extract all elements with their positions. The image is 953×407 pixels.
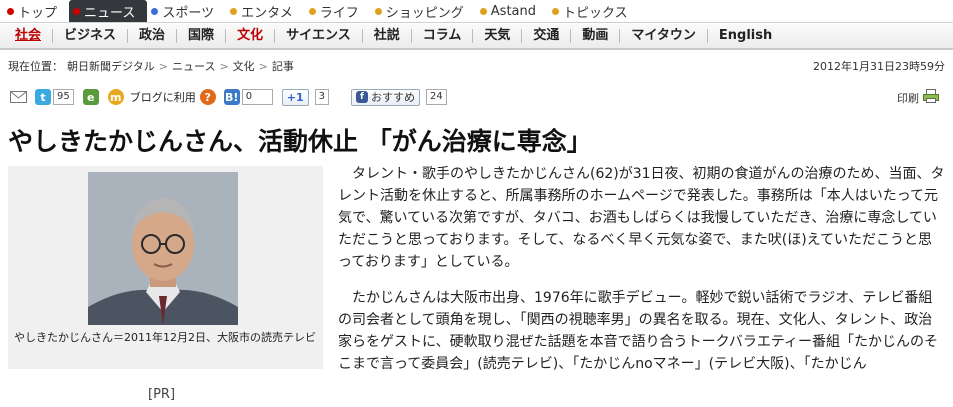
breadcrumb-prefix: 現在位置： bbox=[8, 60, 63, 73]
photo-caption: やしきたかじんさん＝2011年12月2日、大阪市の読売テレビ bbox=[14, 331, 316, 344]
global-nav-item[interactable]: トピックス bbox=[548, 0, 640, 22]
global-nav: トップ ニュース スポーツ エンタメ ライフ ショッピング Astand トピックス bbox=[0, 0, 953, 23]
publish-timestamp: 2012年1月31日23時59分 bbox=[813, 60, 945, 73]
global-nav-label: トップ bbox=[18, 5, 58, 21]
section-nav-item[interactable]: サイエンス bbox=[275, 29, 363, 43]
breadcrumb-item-culture[interactable]: 文化 bbox=[233, 58, 255, 74]
facebook-count: 24 bbox=[425, 89, 447, 105]
twitter-count: 95 bbox=[53, 89, 74, 105]
hatena-count: 0 bbox=[241, 89, 273, 105]
nav-bullet-icon bbox=[230, 7, 238, 15]
section-nav-item[interactable]: 交通 bbox=[522, 29, 572, 43]
pr-label: [PR] bbox=[148, 387, 176, 402]
global-nav-label: ライフ bbox=[319, 5, 359, 21]
section-nav-item[interactable]: 動画 bbox=[571, 29, 621, 43]
mail-icon[interactable] bbox=[10, 88, 27, 107]
nav-bullet-icon bbox=[308, 7, 316, 15]
nav-bullet-icon bbox=[552, 7, 560, 15]
breadcrumb-item-article: 記事 bbox=[271, 60, 294, 73]
blog-label[interactable]: ブログに利用 bbox=[130, 89, 196, 105]
section-nav-item[interactable]: マイタウン bbox=[620, 29, 708, 43]
section-nav-item[interactable]: 天気 bbox=[473, 29, 523, 43]
global-nav-label: スポーツ bbox=[162, 5, 215, 21]
twitter-icon[interactable]: t bbox=[35, 89, 51, 105]
article-body: タレント・歌手のやしきたかじんさん(62)が31日夜、初期の食道がんの治療のため… bbox=[338, 163, 945, 389]
section-nav: 社会 ビジネス 政治 国際 文化 サイエンス 社説 コラム 天気 交通 動画 マイタウン English bbox=[0, 24, 953, 50]
breadcrumb-separator: > bbox=[219, 59, 229, 73]
print-label: 印刷 bbox=[897, 91, 919, 105]
global-nav-item[interactable]: ショッピング bbox=[371, 0, 476, 22]
article-paragraph: たかじんさんは大阪市出身、1976年に歌手デビュー。軽妙で鋭い話術でラジオ、テレ… bbox=[338, 290, 939, 372]
global-nav-item[interactable]: スポーツ bbox=[147, 0, 226, 22]
global-nav-item[interactable]: エンタメ bbox=[226, 0, 305, 22]
section-nav-item[interactable]: 社会 bbox=[4, 29, 54, 43]
breadcrumb: 現在位置： 朝日新聞デジタル > ニュース > 文化 > 記事 bbox=[8, 58, 294, 74]
hatena-bookmark-icon[interactable]: B! bbox=[223, 89, 240, 105]
section-nav-item[interactable]: 文化 bbox=[226, 29, 276, 43]
global-nav-label: Astand bbox=[490, 3, 537, 19]
section-nav-item[interactable]: English bbox=[708, 29, 783, 43]
facebook-icon: f bbox=[355, 91, 368, 103]
global-nav-item[interactable]: ライフ bbox=[305, 0, 371, 22]
global-nav-label: トピックス bbox=[563, 5, 628, 21]
global-nav-label: ショッピング bbox=[385, 5, 464, 21]
gplus-button[interactable]: +1 bbox=[281, 88, 309, 106]
breadcrumb-item-home[interactable]: 朝日新聞デジタル bbox=[67, 58, 155, 74]
article-headline: やしきたかじんさん、活動休止 「がん治療に専念」 bbox=[8, 127, 592, 156]
article-photo[interactable] bbox=[88, 172, 238, 325]
breadcrumb-separator: > bbox=[258, 59, 268, 73]
facebook-label: おすすめ bbox=[370, 91, 415, 104]
photo-box: やしきたかじんさん＝2011年12月2日、大阪市の読売テレビ bbox=[8, 166, 323, 369]
nav-bullet-icon bbox=[7, 7, 14, 15]
facebook-recommend-button[interactable]: f おすすめ bbox=[350, 88, 420, 106]
print-button[interactable]: 印刷 bbox=[897, 89, 939, 106]
breadcrumb-separator: > bbox=[158, 59, 168, 73]
blog-icon[interactable]: m bbox=[107, 89, 124, 105]
nav-bullet-icon bbox=[151, 7, 159, 15]
global-nav-label: エンタメ bbox=[241, 5, 293, 21]
evernote-icon[interactable]: e bbox=[82, 89, 99, 105]
section-nav-item[interactable]: 国際 bbox=[177, 29, 227, 43]
section-nav-item[interactable]: 社説 bbox=[363, 29, 412, 43]
nav-bullet-icon bbox=[479, 7, 487, 15]
nav-bullet-icon bbox=[73, 7, 81, 15]
section-nav-item[interactable]: コラム bbox=[412, 29, 474, 43]
share-bar: t 95 e m ブログに利用 ? B! 0 +1 3 f おすすめ 24 bbox=[10, 88, 456, 106]
printer-icon bbox=[923, 89, 939, 106]
gplus-count: 3 bbox=[314, 89, 329, 105]
global-nav-item[interactable]: トップ bbox=[3, 0, 69, 22]
section-nav-item[interactable]: 政治 bbox=[128, 29, 178, 43]
section-nav-item[interactable]: ビジネス bbox=[53, 29, 129, 43]
global-nav-item[interactable]: ニュース bbox=[69, 0, 148, 22]
tip-icon[interactable]: ? bbox=[199, 89, 216, 105]
article-paragraph: タレント・歌手のやしきたかじんさん(62)が31日夜、初期の食道がんの治療のため… bbox=[338, 166, 945, 270]
gplus-label: +1 bbox=[286, 90, 304, 104]
nav-bullet-icon bbox=[374, 7, 382, 15]
global-nav-label: ニュース bbox=[84, 5, 136, 21]
breadcrumb-item-news[interactable]: ニュース bbox=[172, 58, 215, 74]
global-nav-item[interactable]: Astand bbox=[476, 0, 548, 22]
